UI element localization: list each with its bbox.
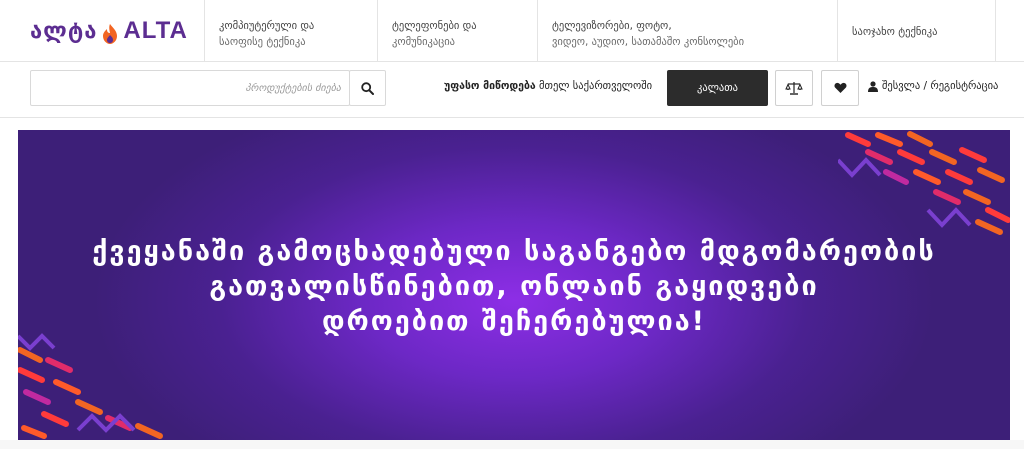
nav-line2: კომუნიკაცია: [392, 36, 455, 48]
alta-logo-icon: [103, 24, 118, 44]
heart-icon: [833, 82, 847, 93]
cart-button[interactable]: კალათა: [667, 70, 768, 106]
page-bottom-strip: [0, 440, 1024, 449]
wishlist-button[interactable]: [821, 70, 859, 106]
logo-geo-text: ალტა: [30, 18, 98, 44]
banner-line-1: ქვეყანაში გამოცხადებული საგანგებო მდგომა…: [92, 236, 936, 267]
scale-icon: [785, 82, 803, 95]
decorative-stripes-top-right: [838, 131, 1010, 235]
compare-button[interactable]: [775, 70, 813, 106]
search-icon: [361, 81, 374, 95]
nav-line2: ვიდეო, აუდიო, სათამაშო კონსოლები: [552, 36, 745, 48]
notice-banner[interactable]: ქვეყანაში გამოცხადებული საგანგებო მდგომა…: [18, 130, 1010, 440]
search-button[interactable]: [349, 70, 386, 106]
free-shipping-bold: უფასო მიწოდება: [444, 80, 536, 92]
search-input[interactable]: [31, 71, 351, 105]
search-box: [30, 70, 351, 106]
toolbar-row: უფასო მიწოდება მთელ საქართველოში კალათა …: [0, 62, 1024, 118]
logo[interactable]: ალტა ALTA: [0, 0, 205, 62]
top-navigation: ალტა ALTA კომპიუტერული და საოფისე ტექნიკ…: [0, 0, 1024, 62]
nav-line1: კომპიუტერული და: [219, 20, 315, 32]
nav-line1: საოჯახო ტექნიკა: [852, 26, 938, 38]
nav-phones[interactable]: ტელეფონები და კომუნიკაცია: [378, 0, 538, 62]
login-label: შესვლა / რეგისტრაცია: [882, 80, 999, 92]
banner-line-2: გათვალისწინებით, ონლაინ გაყიდვები: [209, 271, 819, 302]
nav-line2: საოფისე ტექნიკა: [219, 36, 306, 48]
nav-home-appliances[interactable]: საოჯახო ტექნიკა: [838, 0, 996, 62]
banner-message: ქვეყანაში გამოცხადებული საგანგებო მდგომა…: [18, 234, 1010, 339]
logo-latin-text: ALTA: [123, 17, 188, 44]
decorative-stripes-bottom-left: [18, 333, 163, 439]
nav-tv-photo[interactable]: ტელევიზორები, ფოტო, ვიდეო, აუდიო, სათამა…: [538, 0, 838, 62]
nav-line1: ტელეფონები და: [392, 20, 477, 32]
free-shipping-rest: მთელ საქართველოში: [535, 80, 653, 92]
cart-label: კალათა: [697, 82, 738, 94]
user-icon: [868, 80, 878, 92]
nav-line1: ტელევიზორები, ფოტო,: [552, 20, 672, 32]
free-shipping-notice: უფასო მიწოდება მთელ საქართველოში: [444, 80, 652, 92]
banner-line-3: დროებით შეჩერებულია!: [322, 306, 706, 337]
login-link[interactable]: შესვლა / რეგისტრაცია: [868, 80, 998, 92]
nav-computers[interactable]: კომპიუტერული და საოფისე ტექნიკა: [205, 0, 378, 62]
